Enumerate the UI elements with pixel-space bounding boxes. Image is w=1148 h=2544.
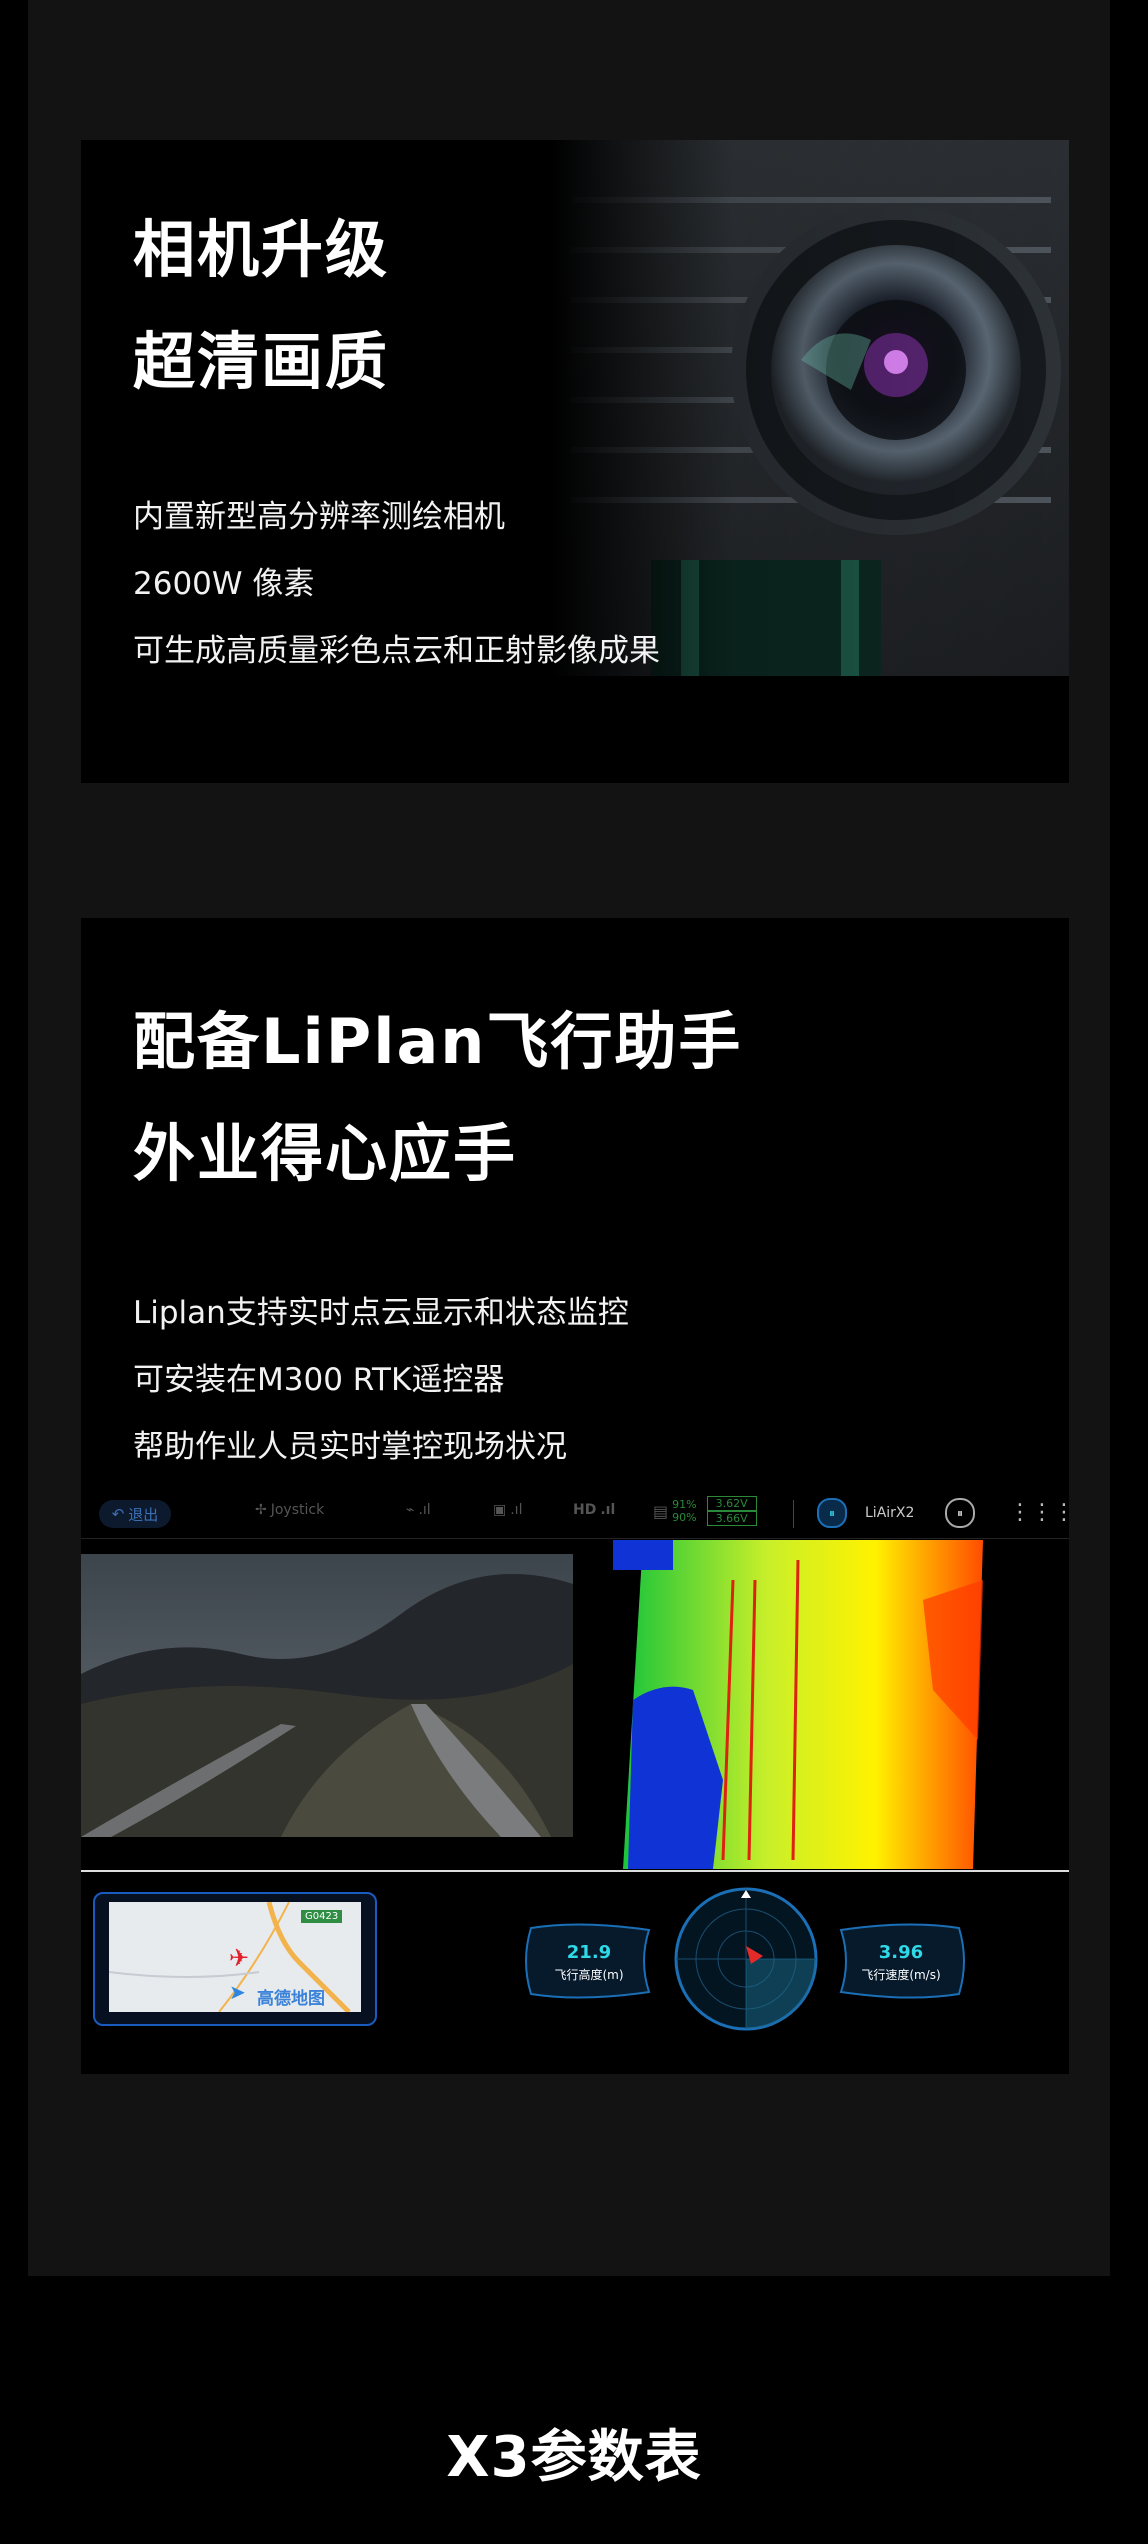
divider (793, 1500, 794, 1528)
headline-line: 相机升级 (133, 213, 390, 286)
joystick-indicator: ✢ Joystick (255, 1502, 324, 1518)
device-label: LiAirX2 (865, 1505, 915, 1521)
battery-percent: 90% (672, 1511, 697, 1524)
liplan-feature-card: 配备LiPlan飞行助手 外业得心应手 Liplan支持实时点云显示和状态监控 … (81, 918, 1069, 2074)
radar-compass (674, 1887, 818, 2031)
voltage-reading: 3.62V (706, 1496, 757, 1511)
pause-icon: ⏸ (945, 1498, 975, 1528)
description-line: Liplan支持实时点云显示和状态监控 (133, 1295, 629, 1331)
spec-table-title: X3参数表 (446, 2425, 702, 2490)
description-line: 内置新型高分辨率测绘相机 (133, 499, 505, 535)
description-line: 可安装在M300 RTK遥控器 (133, 1362, 505, 1398)
drone-icon: ✢ (255, 1502, 267, 1518)
camera-video-feed (81, 1554, 573, 1837)
description-line: 2600W 像素 (133, 566, 315, 602)
liplan-description: Liplan支持实时点云显示和状态监控 可安装在M300 RTK遥控器 帮助作业… (133, 1280, 629, 1481)
description-line: 帮助作业人员实时掌控现场状况 (133, 1429, 567, 1465)
joystick-label: Joystick (270, 1502, 325, 1518)
grid-menu-icon[interactable]: ⋮⋮⋮ (1009, 1500, 1069, 1525)
camera-description: 内置新型高分辨率测绘相机 2600W 像素 可生成高质量彩色点云和正射影像成果 (133, 484, 660, 685)
battery-percent: 91% (672, 1498, 697, 1511)
camera-headline: 相机升级 超清画质 (133, 194, 389, 418)
headline-line: 外业得心应手 (133, 1117, 518, 1190)
speed-gauge: 3.96 飞行速度(m/s) (833, 1920, 969, 2002)
liplan-app-screenshot: ↶ 退出 ✢ Joystick ⌁ .ıl ▣ .ıl HD .ıl ▤ 91%… (81, 1490, 1069, 2074)
point-cloud-view (573, 1540, 1069, 1869)
liplan-headline: 配备LiPlan飞行助手 外业得心应手 (133, 986, 742, 1210)
signal-bars-icon: .ıl (418, 1502, 431, 1518)
battery-icon: ▤ (653, 1501, 669, 1521)
controller-signal: ▣ .ıl (493, 1502, 522, 1518)
controller-icon: ▣ (493, 1502, 507, 1518)
exit-label: 退出 (128, 1505, 159, 1524)
mini-map[interactable]: G0423 ✈ ➤ 高德地图 (93, 1892, 377, 2026)
speed-label: 飞行速度(m/s) (861, 1968, 941, 1982)
road-label: G0423 (301, 1910, 343, 1923)
map-view: G0423 ✈ ➤ 高德地图 (109, 1902, 361, 2012)
voltage-reading: 3.66V (706, 1511, 757, 1526)
headline-line: 超清画质 (133, 325, 390, 398)
drone-position-icon: ✈ (229, 1944, 250, 1972)
hd-signal: HD .ıl (573, 1502, 615, 1518)
navigation-arrow-icon: ➤ (229, 1980, 246, 2004)
device-indicator[interactable]: ⏸ LiAirX2 (817, 1498, 914, 1528)
satellite-icon: ⌁ (406, 1502, 415, 1518)
headline-line: 配备LiPlan飞行助手 (133, 1005, 743, 1078)
exit-button[interactable]: ↶ 退出 (99, 1500, 171, 1528)
description-line: 可生成高质量彩色点云和正射影像成果 (133, 633, 660, 669)
battery-status: ▤ 91% 90% 3.62V 3.66V (653, 1496, 757, 1526)
signal-bars-icon: .ıl (600, 1502, 616, 1518)
altitude-label: 飞行高度(m) (554, 1968, 624, 1982)
altitude-gauge: 21.9 飞行高度(m) (521, 1920, 657, 2002)
speed-value: 3.96 (878, 1942, 924, 1963)
signal-bars-icon: .ıl (510, 1502, 523, 1518)
camera-feature-card: 相机升级 超清画质 内置新型高分辨率测绘相机 2600W 像素 可生成高质量彩色… (81, 140, 1069, 783)
back-arrow-icon: ↶ (111, 1505, 125, 1523)
hd-label: HD (573, 1502, 597, 1518)
device-icon: ⏸ (817, 1498, 847, 1528)
app-status-bar: ↶ 退出 ✢ Joystick ⌁ .ıl ▣ .ıl HD .ıl ▤ 91%… (81, 1490, 1069, 1539)
view-divider (81, 1870, 1069, 1872)
pause-button[interactable]: ⏸ (945, 1498, 975, 1528)
altitude-value: 21.9 (566, 1942, 612, 1963)
map-brand-label: 高德地图 (257, 1989, 325, 2009)
satellite-signal: ⌁ .ıl (406, 1502, 431, 1518)
